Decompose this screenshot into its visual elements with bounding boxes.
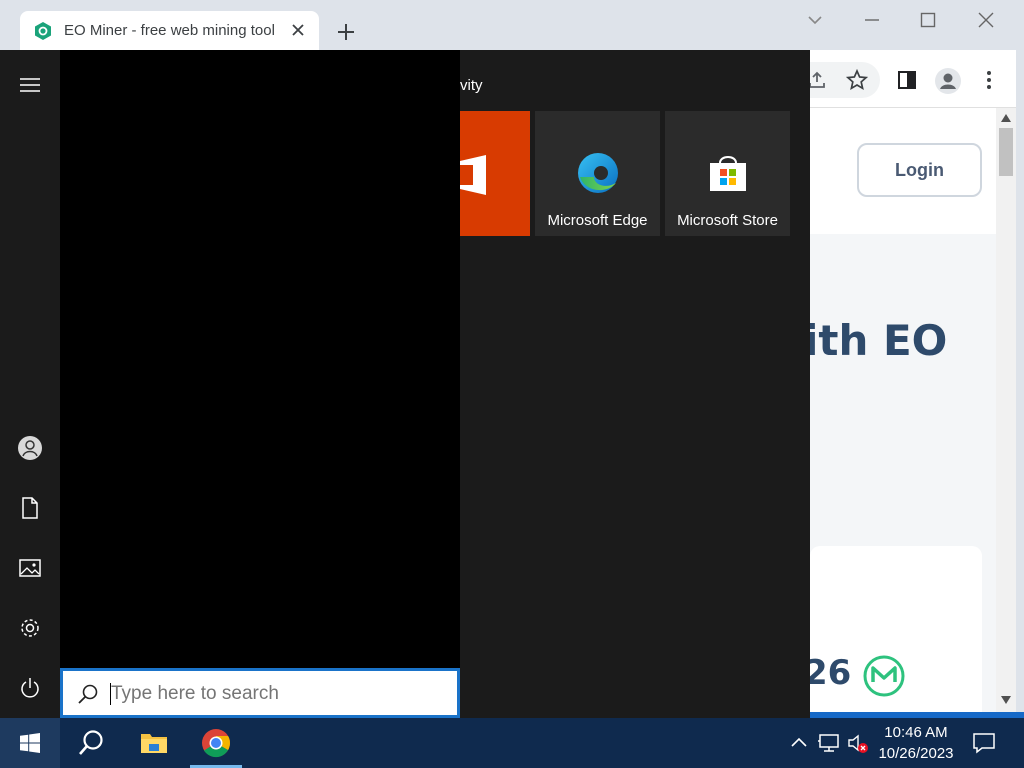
- expand-menu-button[interactable]: [15, 70, 45, 100]
- tab-strip: EO Miner - free web mining tool: [0, 0, 1024, 50]
- site-header: Login: [810, 108, 996, 234]
- network-icon[interactable]: [818, 732, 840, 754]
- close-window-icon[interactable]: [974, 8, 998, 32]
- search-icon: [79, 730, 103, 755]
- tab-search-icon[interactable]: [803, 8, 827, 32]
- start-search-box[interactable]: [60, 668, 460, 718]
- file-explorer-button[interactable]: [129, 718, 179, 768]
- store-icon: [709, 156, 746, 191]
- card-number: 26: [810, 653, 852, 693]
- user-account-button[interactable]: [15, 433, 45, 463]
- tile-label: Microsoft Store: [677, 212, 778, 229]
- minimize-icon[interactable]: [860, 8, 884, 32]
- edge-icon: [577, 153, 618, 193]
- browser-tab[interactable]: EO Miner - free web mining tool: [20, 11, 319, 50]
- maximize-icon[interactable]: [916, 8, 940, 32]
- search-input[interactable]: [111, 683, 441, 705]
- tiles-group-header: vity: [460, 77, 483, 94]
- microsoft-edge-tile[interactable]: Microsoft Edge: [535, 111, 660, 236]
- hamburger-icon: [20, 78, 40, 92]
- start-menu: vity Microsoft Edge Microsoft Store Type…: [0, 50, 810, 718]
- office-tile[interactable]: [460, 111, 530, 236]
- monero-icon: [863, 655, 905, 697]
- login-button[interactable]: Login: [857, 143, 982, 197]
- bookmark-star-icon[interactable]: [846, 69, 868, 91]
- web-page-content: Login ith EO 26: [810, 108, 996, 718]
- chrome-icon: [202, 729, 230, 758]
- scroll-thumb[interactable]: [999, 128, 1013, 176]
- clock-time: 10:46 AM: [884, 724, 948, 741]
- profile-avatar-icon[interactable]: [934, 67, 962, 95]
- start-button[interactable]: [0, 718, 60, 768]
- taskbar-search-button[interactable]: [66, 718, 116, 768]
- hero-heading: ith EO: [810, 316, 948, 365]
- settings-icon: [21, 619, 39, 637]
- show-hidden-icons-icon[interactable]: [788, 732, 810, 754]
- notifications-icon[interactable]: [972, 732, 996, 754]
- windows-logo-icon: [20, 733, 40, 753]
- window-border: [1016, 50, 1024, 718]
- documents-button[interactable]: [15, 493, 45, 523]
- eo-miner-favicon-icon: [35, 22, 51, 40]
- scroll-down-icon[interactable]: [1001, 696, 1011, 704]
- file-explorer-icon: [141, 734, 167, 753]
- documents-icon: [22, 497, 38, 519]
- taskbar: 10:46 AM 10/26/2023: [0, 718, 1024, 768]
- page-scrollbar[interactable]: [996, 108, 1016, 712]
- clock-date: 10/26/2023: [878, 745, 954, 762]
- user-icon: [18, 436, 42, 460]
- close-tab-icon[interactable]: [289, 21, 307, 39]
- settings-button[interactable]: [15, 613, 45, 643]
- scroll-up-icon[interactable]: [1001, 114, 1011, 122]
- tile-label: Microsoft Edge: [547, 212, 648, 229]
- power-icon: [21, 678, 39, 698]
- microsoft-store-tile[interactable]: Microsoft Store: [665, 111, 790, 236]
- app-list: [60, 50, 460, 668]
- volume-muted-icon[interactable]: [847, 732, 869, 754]
- office-icon: [460, 155, 486, 195]
- search-icon: [78, 684, 98, 704]
- start-rail: [0, 50, 60, 718]
- chrome-button[interactable]: [191, 718, 241, 768]
- pictures-icon: [19, 559, 41, 577]
- more-menu-icon[interactable]: [978, 69, 1000, 91]
- power-button[interactable]: [15, 673, 45, 703]
- system-clock[interactable]: 10:46 AM 10/26/2023: [876, 722, 956, 764]
- side-panel-icon[interactable]: [896, 69, 918, 91]
- tab-title: EO Miner - free web mining tool: [64, 22, 275, 39]
- new-tab-icon[interactable]: [336, 22, 356, 42]
- pictures-button[interactable]: [15, 553, 45, 583]
